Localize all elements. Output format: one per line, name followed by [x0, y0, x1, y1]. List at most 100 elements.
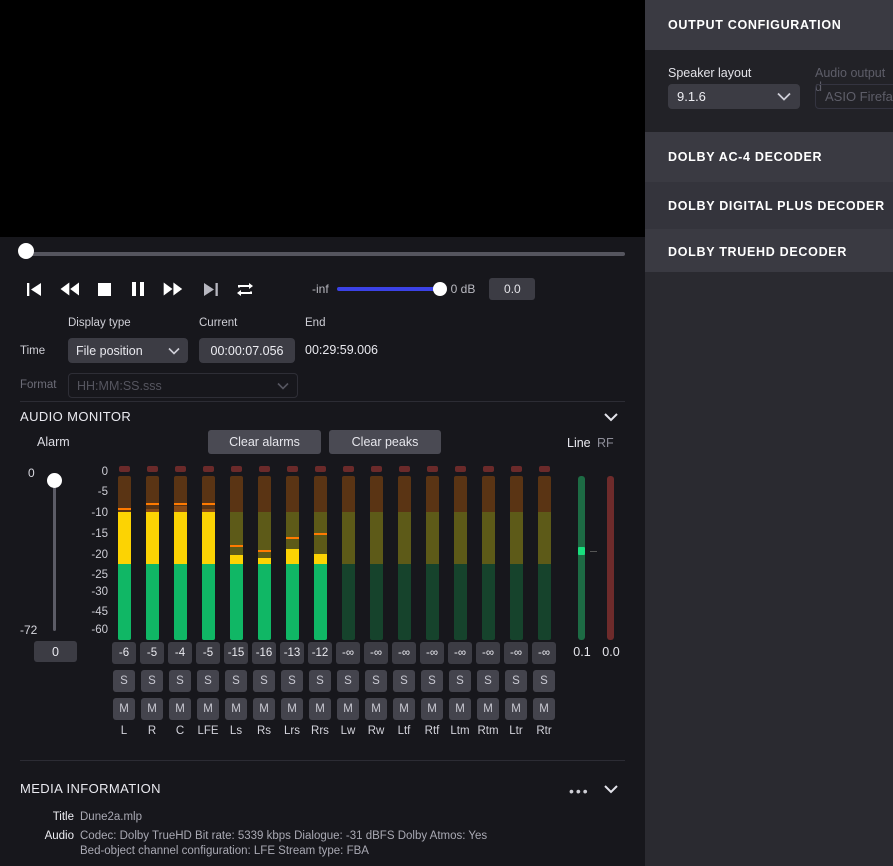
stop-button[interactable]	[90, 275, 118, 303]
volume-slider-track[interactable]	[336, 282, 447, 296]
rewind-button[interactable]	[56, 275, 84, 303]
meter-fill-yellow	[286, 549, 299, 564]
channel-label: Ls	[229, 725, 243, 737]
channel-solo-button[interactable]: S	[141, 670, 163, 692]
alarm-slider-max-label: 0	[28, 466, 35, 480]
channel-label: Rrs	[311, 725, 329, 737]
time-row-label: Time	[20, 345, 46, 357]
meter-fill-green	[230, 564, 243, 640]
channel-solo-button[interactable]: S	[113, 670, 135, 692]
fast-forward-button[interactable]	[159, 275, 187, 303]
meter-scale-tick: -25	[91, 569, 108, 581]
media-information-collapse-chevron-down-icon[interactable]	[602, 781, 620, 797]
speaker-layout-select[interactable]: 9.1.6	[668, 84, 800, 109]
meter-clip-led-icon	[231, 466, 242, 472]
meter-background-zone	[538, 564, 551, 640]
pause-button[interactable]	[124, 275, 152, 303]
meter-peak-hold-indicator	[314, 533, 327, 535]
channel-solo-button[interactable]: S	[309, 670, 331, 692]
clear-peaks-button[interactable]: Clear peaks	[329, 430, 441, 454]
divider-media-info	[20, 760, 625, 761]
meter-peak-hold-indicator	[118, 508, 131, 510]
channel-solo-button[interactable]: S	[449, 670, 471, 692]
display-type-select[interactable]: File position	[68, 338, 188, 363]
meter-bar	[426, 476, 439, 640]
meter-background-zone	[258, 476, 271, 512]
section-output-configuration[interactable]: OUTPUT CONFIGURATION	[645, 0, 893, 50]
channel-mute-button: M	[505, 698, 527, 720]
loudness-meter-green	[578, 476, 585, 640]
alarm-slider-knob[interactable]	[47, 473, 62, 488]
meter-clip-led-icon	[287, 466, 298, 472]
meter-fill-brown	[146, 509, 159, 512]
channel-solo-button[interactable]: S	[505, 670, 527, 692]
loudness-meter-green-value: 0.1	[573, 645, 591, 659]
video-display[interactable]	[0, 0, 645, 237]
channel-solo-button[interactable]: S	[169, 670, 191, 692]
meter-peak-hold-indicator	[286, 537, 299, 539]
section-output-configuration-label: OUTPUT CONFIGURATION	[668, 18, 842, 32]
skip-to-end-button[interactable]	[196, 275, 224, 303]
channel-mute-button: M	[533, 698, 555, 720]
end-time-value: 00:29:59.006	[305, 343, 378, 357]
media-info-key-audio: Audio	[44, 830, 74, 842]
meter-clip-led-icon	[399, 466, 410, 472]
channel-solo-button[interactable]: S	[197, 670, 219, 692]
meter-background-zone	[342, 564, 355, 640]
meter-background-zone	[426, 476, 439, 512]
channel-label: L	[120, 725, 128, 737]
channel-solo-button[interactable]: S	[421, 670, 443, 692]
section-dolby-digital-plus-decoder[interactable]: DOLBY DIGITAL PLUS DECODER	[645, 182, 893, 229]
audio-monitor-collapse-chevron-down-icon[interactable]	[602, 409, 620, 425]
rf-mode-toggle[interactable]: RF	[597, 436, 614, 450]
loop-button[interactable]	[231, 275, 259, 303]
channel-solo-button[interactable]: S	[477, 670, 499, 692]
display-type-label: Display type	[68, 317, 131, 329]
clear-alarms-button[interactable]: Clear alarms	[208, 430, 321, 454]
audio-output-device-select[interactable]: ASIO Firefa	[815, 84, 893, 109]
skip-to-start-button[interactable]	[20, 275, 48, 303]
alarm-slider-track[interactable]	[53, 479, 56, 631]
chevron-down-icon	[277, 379, 289, 393]
meter-fill-yellow	[258, 558, 271, 564]
channel-label: R	[147, 725, 157, 737]
format-select[interactable]: HH:MM:SS.sss	[68, 373, 298, 398]
channel-label: Rs	[256, 725, 272, 737]
channel-solo-button[interactable]: S	[225, 670, 247, 692]
right-panel-empty-area	[645, 272, 893, 866]
current-label: Current	[199, 317, 238, 329]
channel-label: Rw	[367, 725, 385, 737]
channel-level-value: -∞	[476, 642, 500, 664]
meter-scale-tick: -15	[91, 528, 108, 540]
channel-solo-button[interactable]: S	[533, 670, 555, 692]
channel-solo-button[interactable]: S	[253, 670, 275, 692]
media-information-more-button[interactable]: •••	[569, 783, 590, 799]
current-time-field[interactable]: 00:00:07.056	[199, 338, 295, 363]
meter-clip-led-icon	[119, 466, 130, 472]
channel-mute-button: M	[169, 698, 191, 720]
meter-background-zone	[118, 476, 131, 512]
channel-solo-button[interactable]: S	[393, 670, 415, 692]
meter-peak-hold-indicator	[258, 550, 271, 552]
channel-label: LFE	[197, 725, 219, 737]
meter-background-zone	[286, 476, 299, 512]
channel-solo-button[interactable]: S	[337, 670, 359, 692]
display-type-value: File position	[76, 343, 143, 358]
line-mode-toggle[interactable]: Line	[567, 436, 591, 450]
seek-track[interactable]	[20, 252, 625, 256]
seek-knob[interactable]	[18, 243, 34, 259]
media-info-value-audio-2: Bed-object channel configuration: LFE St…	[80, 845, 369, 857]
volume-control[interactable]: -inf 0 dB 0.0	[312, 275, 536, 303]
meter-fill-brown	[202, 509, 215, 512]
volume-slider-knob[interactable]	[432, 282, 447, 296]
channel-solo-button[interactable]: S	[281, 670, 303, 692]
channel-level-value: -15	[224, 642, 248, 664]
section-dolby-digital-plus-decoder-label: DOLBY DIGITAL PLUS DECODER	[668, 198, 885, 213]
section-dolby-ac4-decoder[interactable]: DOLBY AC-4 DECODER	[645, 132, 893, 182]
media-info-value-audio: Codec: Dolby TrueHD Bit rate: 5339 kbps …	[80, 830, 488, 842]
seek-bar[interactable]	[0, 237, 645, 271]
volume-value-field[interactable]: 0.0	[489, 278, 536, 300]
channel-solo-button[interactable]: S	[365, 670, 387, 692]
section-dolby-truehd-decoder[interactable]: DOLBY TRUEHD DECODER	[645, 229, 893, 275]
alarm-value-field[interactable]: 0	[34, 641, 77, 662]
